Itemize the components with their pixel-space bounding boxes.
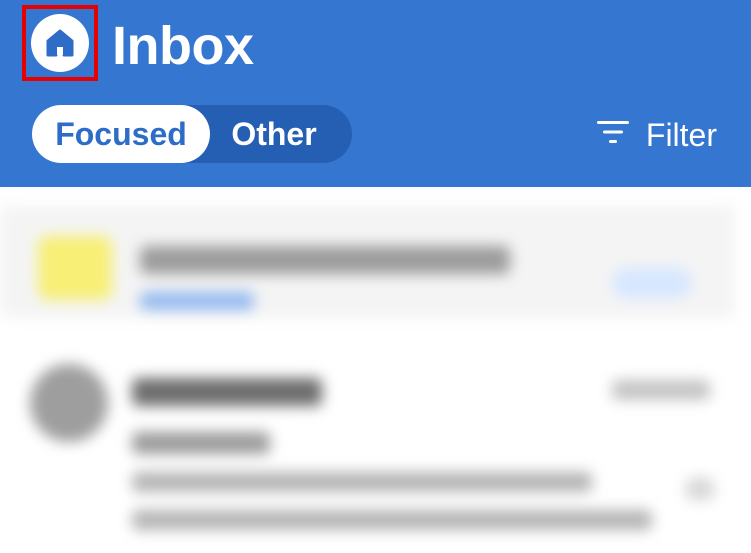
- promo-card-action: [612, 268, 692, 298]
- inbox-header: Inbox Focused Other Filter: [0, 0, 751, 187]
- home-button[interactable]: [22, 5, 98, 81]
- list-item-sender: [132, 378, 322, 406]
- list-item[interactable]: [0, 350, 751, 553]
- list-item-preview-line-1: [132, 472, 592, 492]
- promo-card-icon: [38, 236, 112, 300]
- filter-label: Filter: [645, 116, 717, 153]
- list-item-subject: [132, 432, 270, 454]
- message-list: [0, 190, 751, 553]
- filter-button[interactable]: Filter: [596, 110, 717, 160]
- avatar: [30, 364, 108, 442]
- list-item-preview-line-2: [132, 510, 652, 530]
- chevron-down-icon: [686, 478, 714, 500]
- promo-card-title: [140, 246, 510, 274]
- tab-focused[interactable]: Focused: [32, 105, 210, 163]
- promo-card-link: [140, 292, 254, 310]
- list-item-time: [612, 380, 710, 400]
- tab-other[interactable]: Other: [210, 105, 352, 163]
- home-icon: [31, 14, 89, 72]
- inbox-tabs: Focused Other: [32, 105, 352, 163]
- promo-card[interactable]: [0, 206, 735, 318]
- filter-icon: [596, 117, 630, 154]
- page-title: Inbox: [112, 16, 254, 76]
